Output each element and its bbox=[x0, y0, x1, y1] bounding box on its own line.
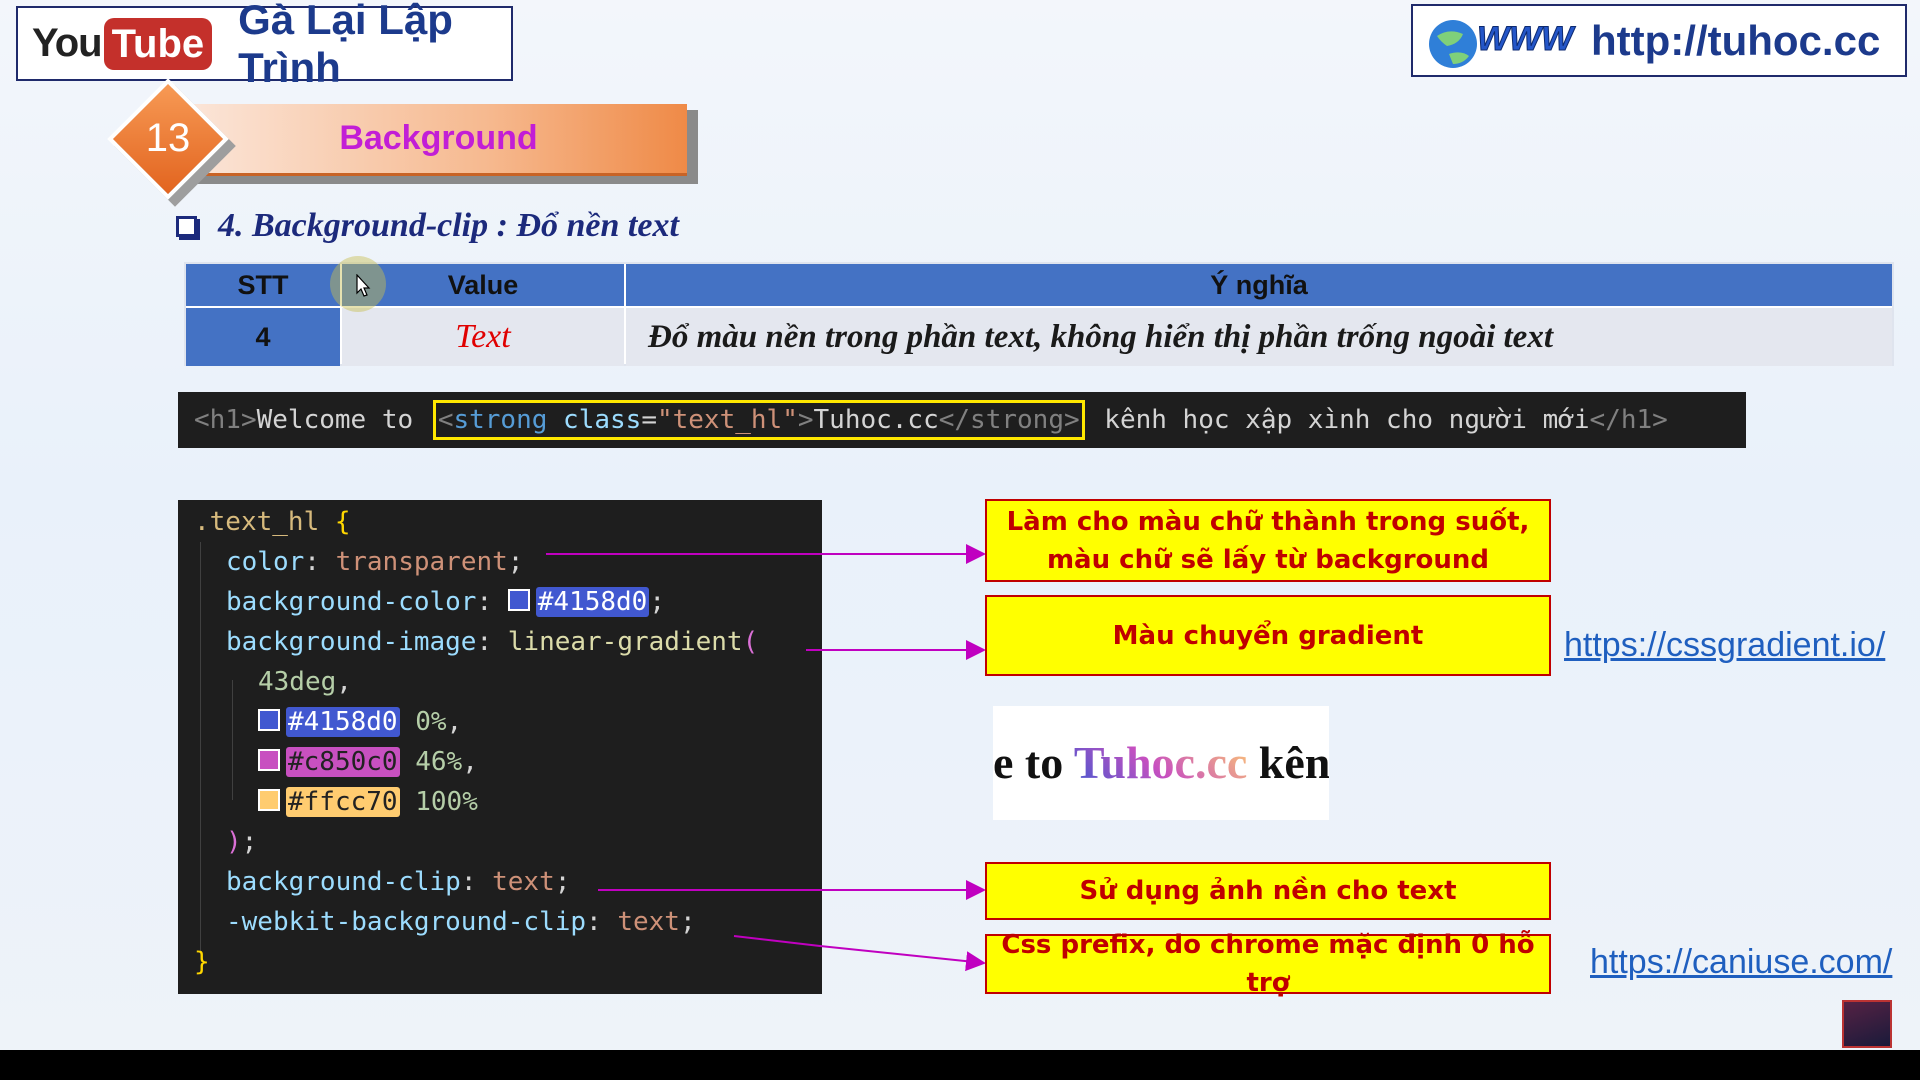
link-caniuse[interactable]: https://caniuse.com/ bbox=[1590, 943, 1892, 982]
annotation-arrows bbox=[546, 544, 986, 972]
note-gradient: Màu chuyển gradient bbox=[985, 595, 1551, 676]
link-cssgradient[interactable]: https://cssgradient.io/ bbox=[1564, 626, 1885, 665]
preview-gradient-text: Tuhoc.cc bbox=[1073, 737, 1248, 788]
avatar bbox=[1842, 1000, 1892, 1048]
note-clip-text: Sử dụng ảnh nền cho text bbox=[1079, 876, 1457, 906]
gradient-text-preview: e to Tuhoc.cc kên bbox=[993, 706, 1329, 820]
arrow-prefix bbox=[733, 935, 986, 972]
preview-after: kên bbox=[1247, 737, 1329, 788]
note-prefix: Css prefix, do chrome mặc định 0 hỗ trợ bbox=[985, 930, 1551, 998]
note-prefix-text: Css prefix, do chrome mặc định 0 hỗ trợ bbox=[1001, 930, 1535, 998]
note-transparent-line1: Làm cho màu chữ thành trong suốt, bbox=[1006, 506, 1530, 537]
preview-text: e to Tuhoc.cc kên bbox=[993, 706, 1329, 820]
note-transparent: Làm cho màu chữ thành trong suốt, màu ch… bbox=[985, 499, 1551, 582]
preview-before: e to bbox=[993, 737, 1074, 788]
note-transparent-line2: màu chữ sẽ lấy từ background bbox=[1046, 544, 1490, 575]
note-gradient-text: Màu chuyển gradient bbox=[1112, 620, 1424, 651]
bottom-bar bbox=[0, 1050, 1920, 1080]
note-clip: Sử dụng ảnh nền cho text bbox=[985, 862, 1551, 920]
